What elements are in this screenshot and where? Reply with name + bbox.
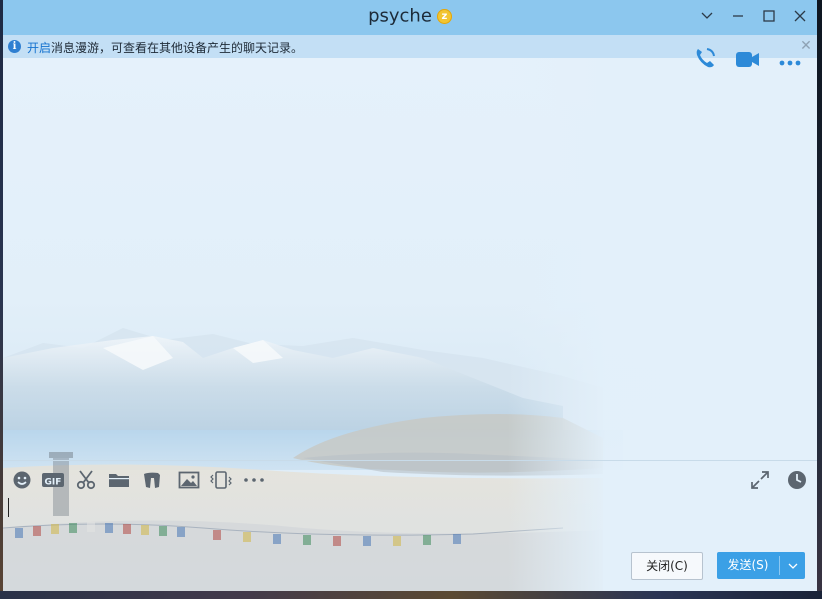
desktop-background-bottom	[0, 591, 822, 599]
maximize-button[interactable]	[756, 5, 782, 27]
roaming-notice-text: 开启消息漫游，可查看在其他设备产生的聊天记录。	[27, 39, 303, 56]
emoji-icon	[13, 471, 31, 489]
expand-icon	[751, 471, 769, 489]
expand-input-button[interactable]	[749, 469, 771, 491]
vip-badge-icon: z	[436, 8, 452, 24]
more-icon	[244, 478, 264, 482]
history-clock-icon	[788, 471, 806, 489]
enable-roaming-link[interactable]: 开启	[27, 41, 51, 55]
minimize-icon	[733, 15, 743, 17]
screenshot-button[interactable]	[75, 469, 97, 491]
close-icon	[794, 10, 806, 22]
more-options-icon[interactable]	[777, 45, 803, 71]
message-history-button[interactable]	[786, 469, 808, 491]
folder-icon	[109, 474, 129, 487]
sticker-icon	[144, 472, 160, 488]
window-shake-button[interactable]	[210, 469, 232, 491]
send-options-dropdown[interactable]	[781, 552, 805, 579]
roaming-notice-message: 消息漫游，可查看在其他设备产生的聊天记录。	[51, 41, 304, 55]
text-caret	[8, 498, 9, 517]
send-image-button[interactable]	[178, 469, 200, 491]
emoji-button[interactable]	[11, 469, 33, 491]
svg-text:GIF: GIF	[45, 478, 62, 488]
message-input[interactable]	[3, 492, 817, 542]
chevron-down-icon	[701, 12, 713, 19]
gif-icon: GIF	[42, 473, 64, 488]
shake-icon	[210, 471, 232, 489]
scissors-icon	[76, 470, 96, 490]
info-icon: i	[8, 40, 21, 53]
video-call-icon[interactable]	[734, 45, 760, 71]
contact-name: psyche	[368, 5, 432, 27]
close-chat-button[interactable]: 关闭(C)	[631, 552, 703, 580]
toolbar-divider	[3, 460, 817, 461]
send-button-divider	[779, 556, 780, 575]
more-tools-button[interactable]	[243, 469, 265, 491]
send-button-label[interactable]: 发送(S)	[717, 552, 779, 579]
collapse-button[interactable]	[694, 5, 720, 27]
minimize-button[interactable]	[725, 5, 751, 27]
desktop-background-right	[817, 0, 822, 599]
maximize-icon	[763, 10, 775, 22]
chat-window: psychez i 开启消息漫游，可查看在其他设备产生的聊天记录。 ✕ GIF	[3, 0, 817, 591]
title-bar[interactable]: psyche z	[3, 0, 817, 35]
send-button[interactable]: 发送(S)	[717, 552, 805, 579]
chevron-down-icon	[788, 563, 798, 569]
send-file-button[interactable]	[108, 469, 130, 491]
sticker-button[interactable]	[141, 469, 163, 491]
close-window-button[interactable]	[787, 5, 813, 27]
phone-call-icon[interactable]	[692, 45, 718, 71]
image-icon	[178, 471, 200, 489]
gif-button[interactable]: GIF	[42, 469, 64, 491]
